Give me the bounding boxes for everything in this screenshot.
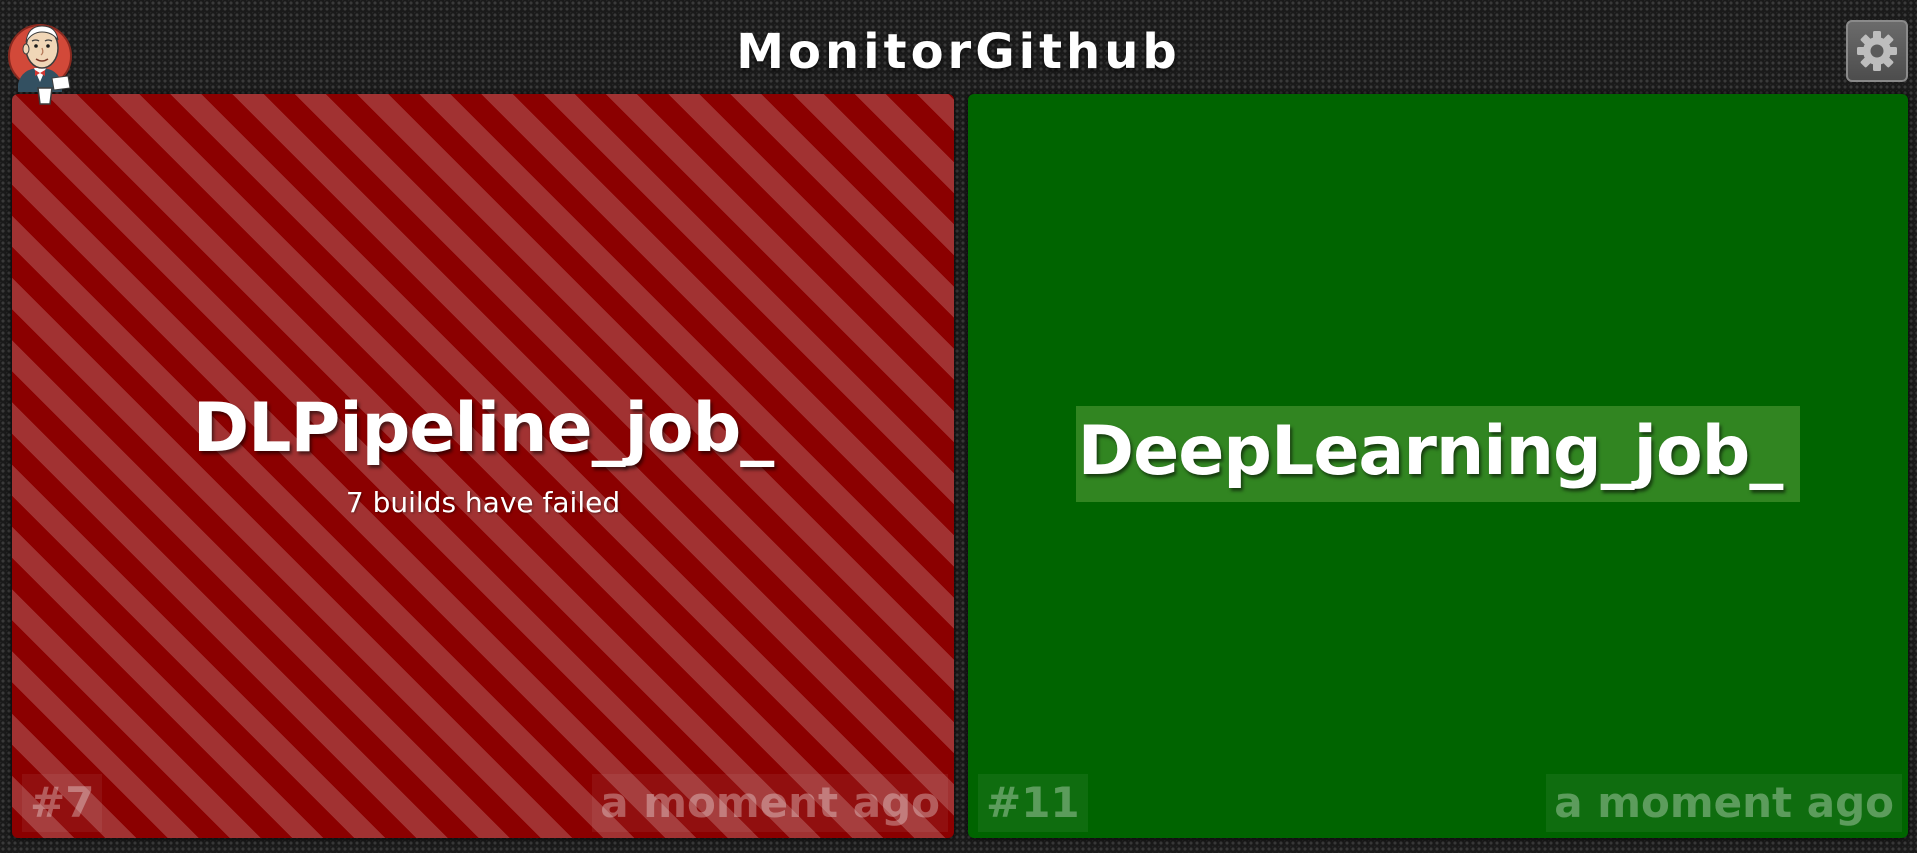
gear-icon: [1857, 31, 1897, 71]
build-timestamp: a moment ago: [592, 774, 948, 832]
settings-button[interactable]: [1846, 20, 1908, 82]
job-tile-content: DLPipeline_job_ 7 builds have failed: [12, 94, 954, 838]
build-number[interactable]: #11: [978, 774, 1088, 832]
header: MonitorGithub: [0, 0, 1917, 105]
app-title: MonitorGithub: [736, 24, 1181, 80]
job-tile-deeplearning[interactable]: DeepLearning_job_ #11 a moment ago: [968, 94, 1908, 838]
jenkins-logo-icon: [8, 12, 82, 112]
build-timestamp: a moment ago: [1546, 774, 1902, 832]
job-tile-content: DeepLearning_job_: [968, 94, 1908, 838]
job-status-text: 7 builds have failed: [345, 486, 621, 519]
job-name[interactable]: DLPipeline_job_: [193, 389, 775, 469]
job-tile-dlpipeline[interactable]: DLPipeline_job_ 7 builds have failed #7 …: [12, 94, 954, 838]
job-name[interactable]: DeepLearning_job_: [1075, 406, 1801, 502]
build-number[interactable]: #7: [22, 774, 103, 832]
